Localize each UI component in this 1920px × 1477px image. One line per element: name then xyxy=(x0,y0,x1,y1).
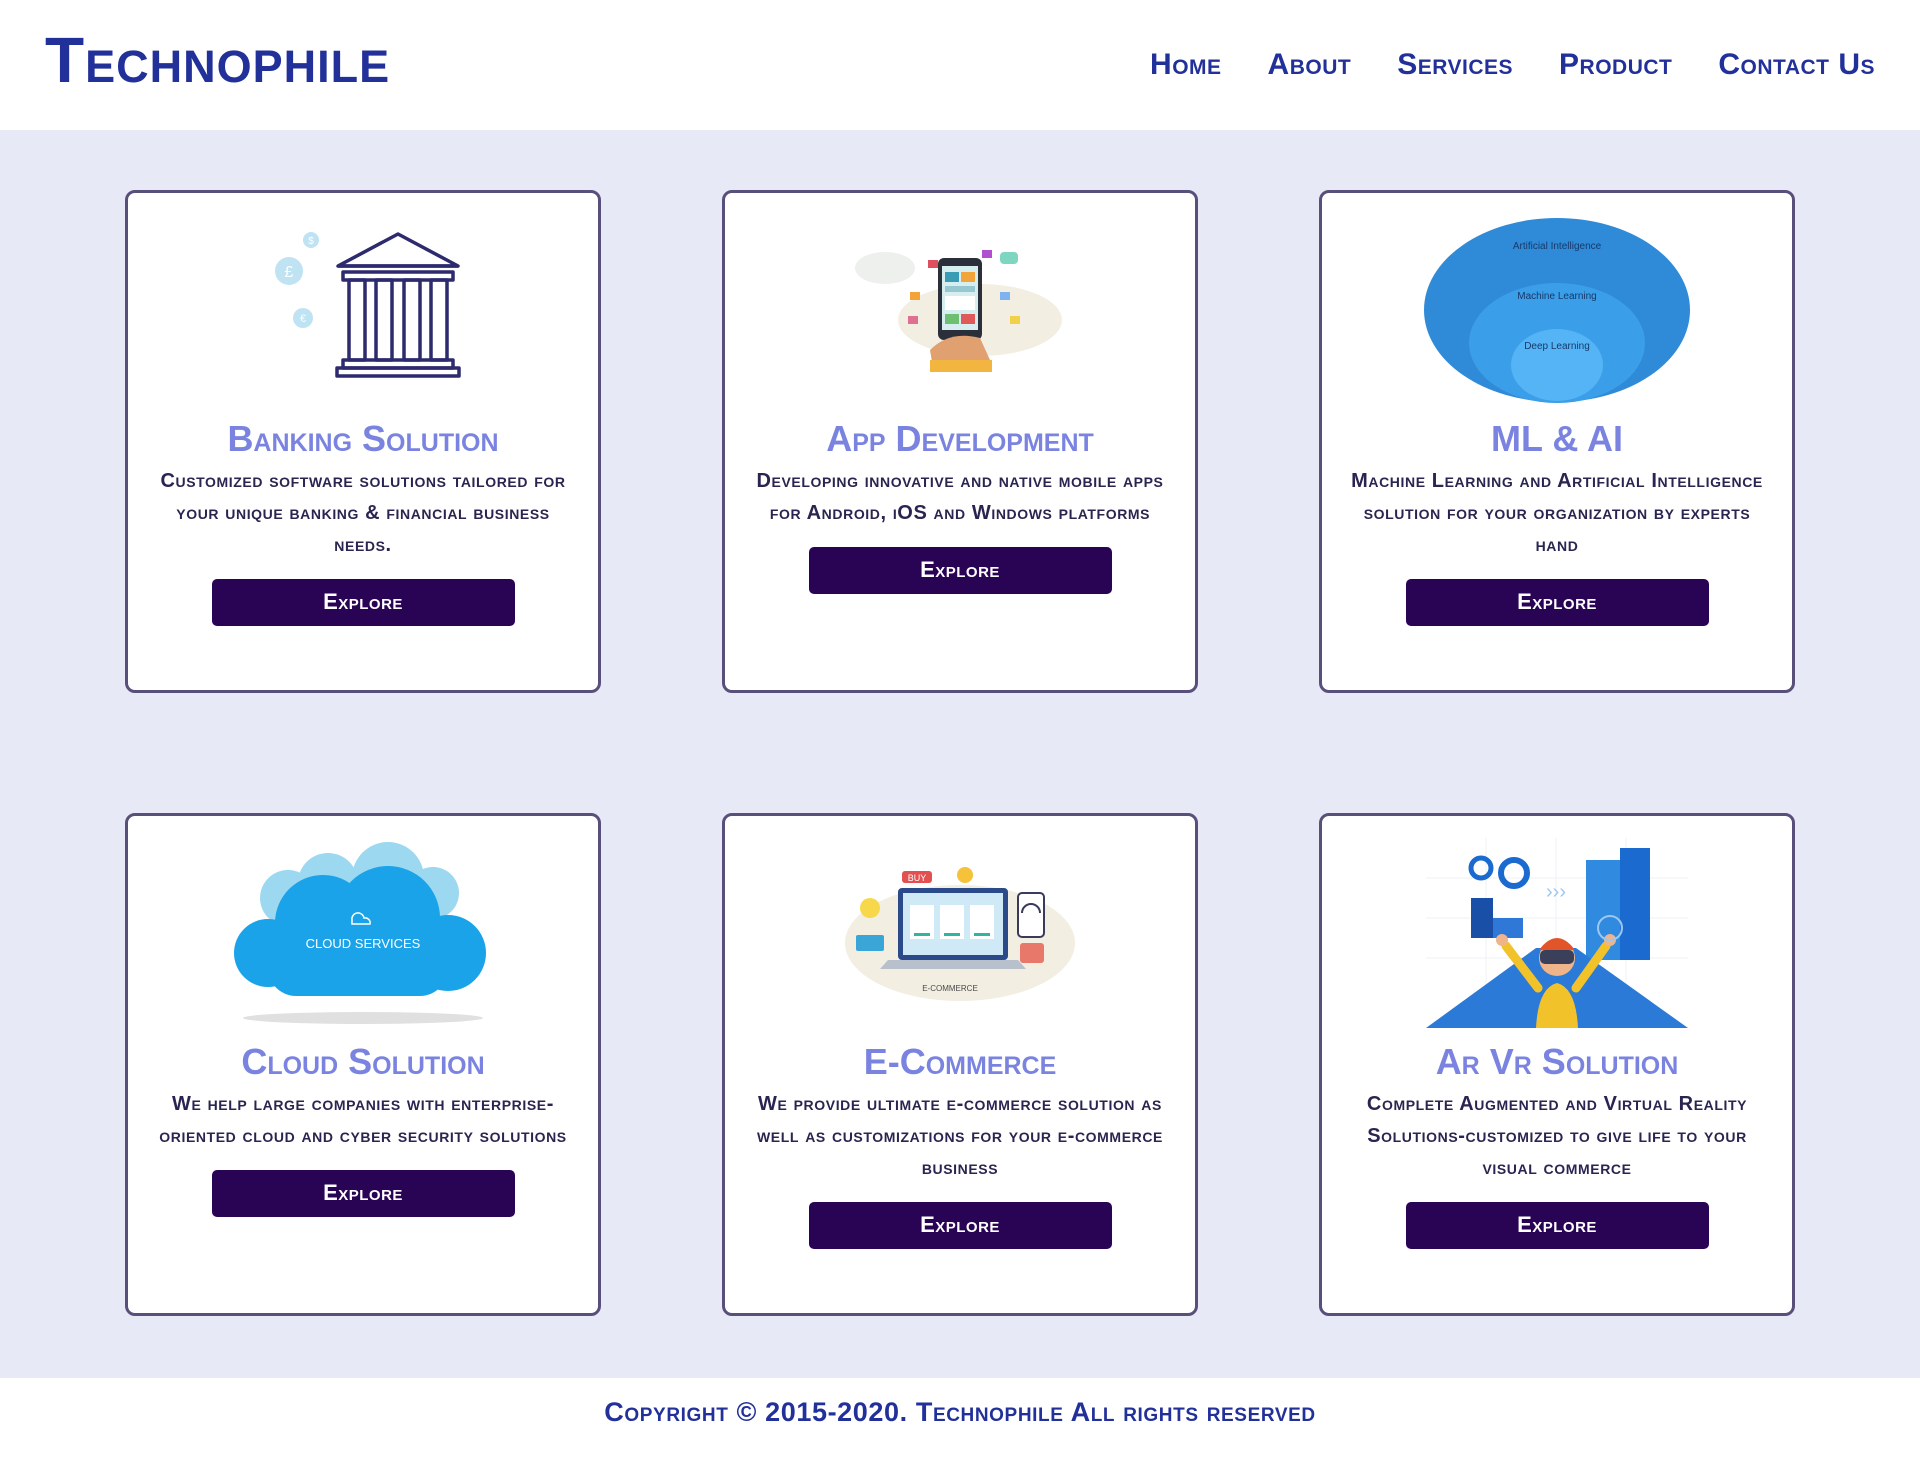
card-title: E-Commerce xyxy=(863,1041,1057,1082)
copyright-text: Copyright © 2015-2020. Technophile All r… xyxy=(604,1397,1316,1427)
service-card-ar-vr: ››› Ar Vr Solution Complete Augmented an… xyxy=(1319,813,1795,1316)
explore-button[interactable]: Explore xyxy=(1405,1201,1709,1249)
smartphone-apps-icon xyxy=(825,215,1095,405)
ecommerce-laptop-icon: BUY E-COMMERCE xyxy=(825,838,1095,1028)
ai-ml-dl-diagram: Artificial Intelligence Machine Learning… xyxy=(1422,215,1692,405)
site-footer: Copyright © 2015-2020. Technophile All r… xyxy=(0,1378,1920,1477)
service-card-ml-ai: Artificial Intelligence Machine Learning… xyxy=(1319,190,1795,693)
dl-label: Deep Learning xyxy=(1524,341,1590,352)
card-description: We help large companies with enterprise-… xyxy=(159,1092,567,1147)
card-description: We provide ultimate e-commerce solution … xyxy=(756,1092,1163,1179)
site-logo[interactable]: Technophile xyxy=(45,28,390,92)
service-card-banking: $ £ € Banking Solution Customized softwa… xyxy=(125,190,601,693)
ml-label: Machine Learning xyxy=(1517,291,1597,302)
service-card-app-development: App Development Developing innovative an… xyxy=(722,190,1198,693)
cloud-services-icon: CLOUD SERVICES xyxy=(228,838,498,1028)
svg-text:$: $ xyxy=(308,236,314,247)
nav-contact-us[interactable]: Contact Us xyxy=(1718,48,1875,82)
card-description: Complete Augmented and Virtual Reality S… xyxy=(1366,1092,1748,1179)
service-card-cloud: CLOUD SERVICES Cloud Solution We help la… xyxy=(125,813,601,1316)
card-title: ML & AI xyxy=(1491,418,1623,459)
ai-label: Artificial Intelligence xyxy=(1513,241,1602,252)
svg-text:›››: ››› xyxy=(1546,881,1566,903)
card-description: Machine Learning and Artificial Intellig… xyxy=(1351,469,1763,556)
services-grid: $ £ € Banking Solution Customized softwa… xyxy=(125,190,1795,1316)
svg-text:£: £ xyxy=(285,264,294,281)
card-title: Cloud Solution xyxy=(241,1041,485,1082)
nav-home[interactable]: Home xyxy=(1150,48,1222,82)
card-title: App Development xyxy=(826,418,1094,459)
vr-headset-person-icon: ››› xyxy=(1422,838,1692,1028)
explore-button[interactable]: Explore xyxy=(211,578,515,626)
explore-button[interactable]: Explore xyxy=(1405,578,1709,626)
card-description: Developing innovative and native mobile … xyxy=(756,469,1164,524)
service-card-ecommerce: BUY E-COMMERCE E-Commerce We provide ult… xyxy=(722,813,1198,1316)
card-title: Ar Vr Solution xyxy=(1435,1041,1679,1082)
ecommerce-caption: E-COMMERCE xyxy=(922,984,978,993)
explore-button[interactable]: Explore xyxy=(808,1201,1112,1249)
card-description: Customized software solutions tailored f… xyxy=(160,469,566,556)
nav-services[interactable]: Services xyxy=(1397,48,1513,82)
card-title: Banking Solution xyxy=(227,418,499,459)
explore-button[interactable]: Explore xyxy=(211,1169,515,1217)
nav-about[interactable]: About xyxy=(1268,48,1352,82)
buy-tag: BUY xyxy=(908,873,927,883)
bank-building-icon: $ £ € xyxy=(228,215,498,405)
explore-button[interactable]: Explore xyxy=(808,546,1112,594)
cloud-services-label: CLOUD SERVICES xyxy=(306,936,421,951)
site-header: Technophile Home About Services Product … xyxy=(0,0,1920,130)
main-nav: Home About Services Product Contact Us xyxy=(1150,48,1875,82)
nav-product[interactable]: Product xyxy=(1559,48,1672,82)
svg-text:€: € xyxy=(300,313,306,325)
